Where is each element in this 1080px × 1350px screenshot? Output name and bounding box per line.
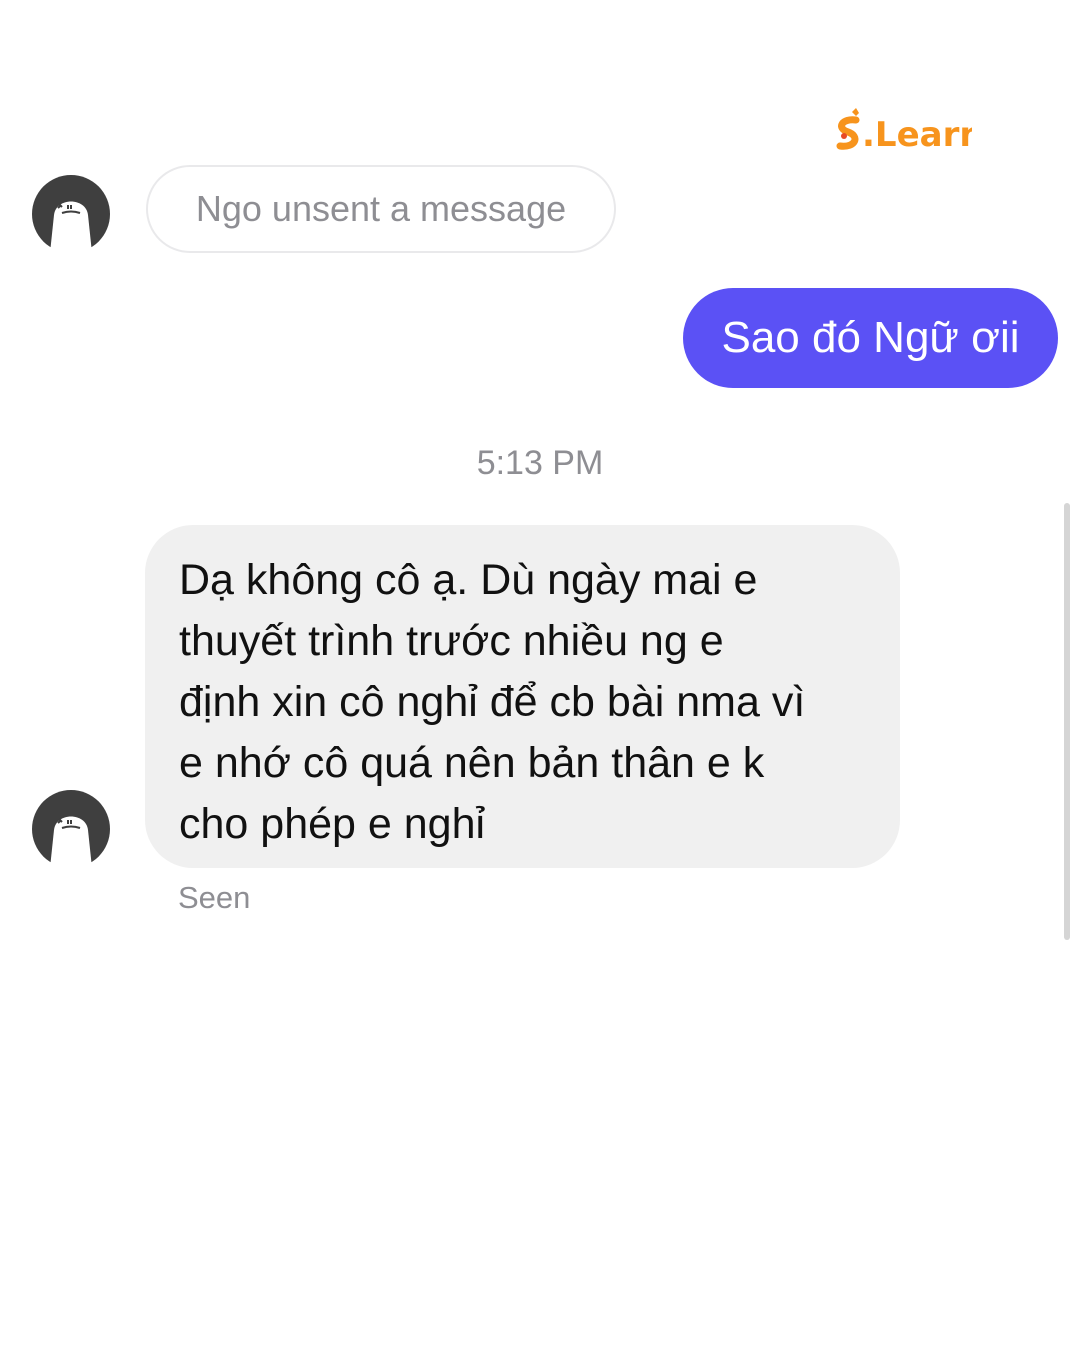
received-message-line: định xin cô nghỉ để cb bài nma vì — [179, 678, 806, 726]
slearn-logo-icon: .Learn — [836, 108, 972, 155]
received-message-bubble[interactable]: Dạ không cô ạ. Dù ngày mai e thuyết trìn… — [145, 525, 900, 868]
contact-avatar[interactable] — [32, 175, 110, 253]
contact-avatar[interactable] — [32, 790, 110, 868]
scrollbar[interactable] — [1064, 503, 1070, 940]
received-message-line: thuyết trình trước nhiều ng e — [179, 617, 724, 665]
ghost-face-avatar-icon — [32, 790, 110, 868]
unsent-notice-text: Ngo unsent a message — [195, 188, 567, 229]
received-message-line: e nhớ cô quá nên bản thân e k — [179, 739, 765, 787]
received-message-line: Dạ không cô ạ. Dù ngày mai e — [179, 556, 758, 604]
seen-receipt: Seen — [178, 880, 251, 915]
message-timestamp: 5:13 PM — [476, 444, 604, 482]
sent-message-bubble[interactable]: Sao đó Ngữ ơii — [683, 288, 1058, 388]
unsent-message-notice: Ngo unsent a message — [146, 165, 616, 253]
slearn-watermark-logo: .Learn — [832, 106, 972, 156]
received-message-line: cho phép e nghỉ — [179, 800, 486, 848]
sent-message-text: Sao đó Ngữ ơii — [721, 313, 1020, 362]
svg-text:.Learn: .Learn — [862, 115, 972, 155]
ghost-face-avatar-icon — [32, 175, 110, 253]
